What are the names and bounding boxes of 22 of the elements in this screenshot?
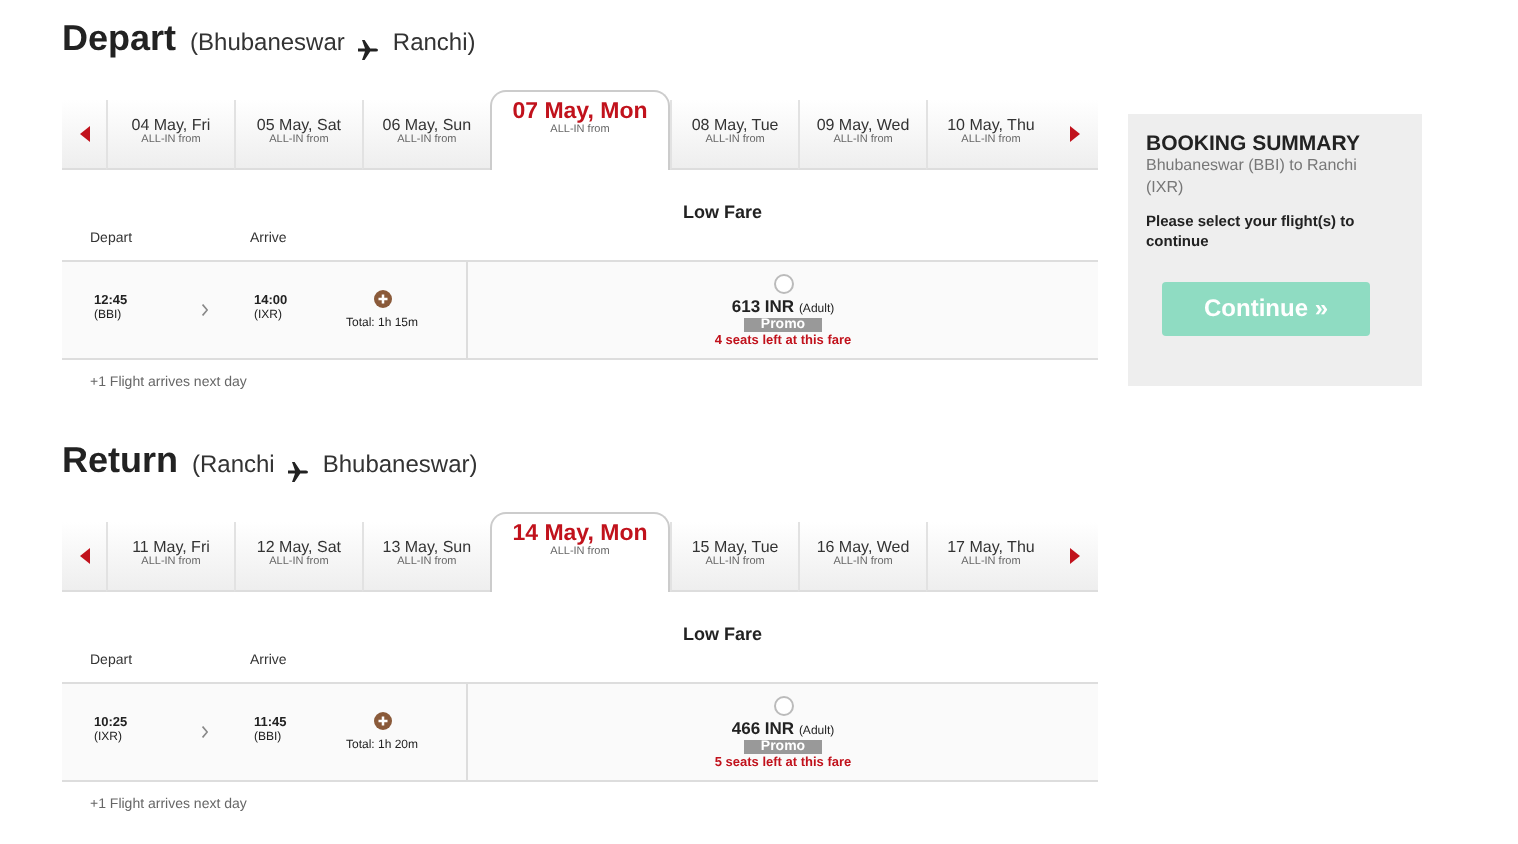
route-destination: Bhubaneswar) — [322, 450, 478, 478]
plane-icon — [288, 462, 309, 482]
fare-header: Low Fare — [682, 202, 762, 222]
section-title: Depart — [62, 18, 177, 60]
fare-header: Low Fare — [682, 624, 762, 644]
details-icon[interactable] — [373, 290, 392, 308]
chevron-icon — [201, 726, 207, 738]
details-icon[interactable] — [373, 712, 392, 730]
route-origin: (Bhubaneswar — [190, 28, 345, 56]
route-destination: Ranchi) — [392, 28, 476, 56]
route-origin: (Ranchi — [192, 450, 275, 478]
caret-left-icon — [79, 548, 89, 564]
fare-radio[interactable] — [773, 273, 793, 293]
caret-left-icon — [79, 126, 89, 142]
caret-right-icon — [1070, 126, 1081, 142]
chevron-icon — [201, 304, 207, 316]
section-title: Return — [62, 440, 178, 482]
caret-right-icon — [1070, 548, 1081, 564]
plane-icon — [358, 40, 379, 60]
summary-route: Bhubaneswar (BBI) to Ranchi (IXR) — [1146, 156, 1359, 200]
fare-radio[interactable] — [773, 695, 793, 715]
summary-title: BOOKING SUMMARY — [1146, 132, 1362, 156]
